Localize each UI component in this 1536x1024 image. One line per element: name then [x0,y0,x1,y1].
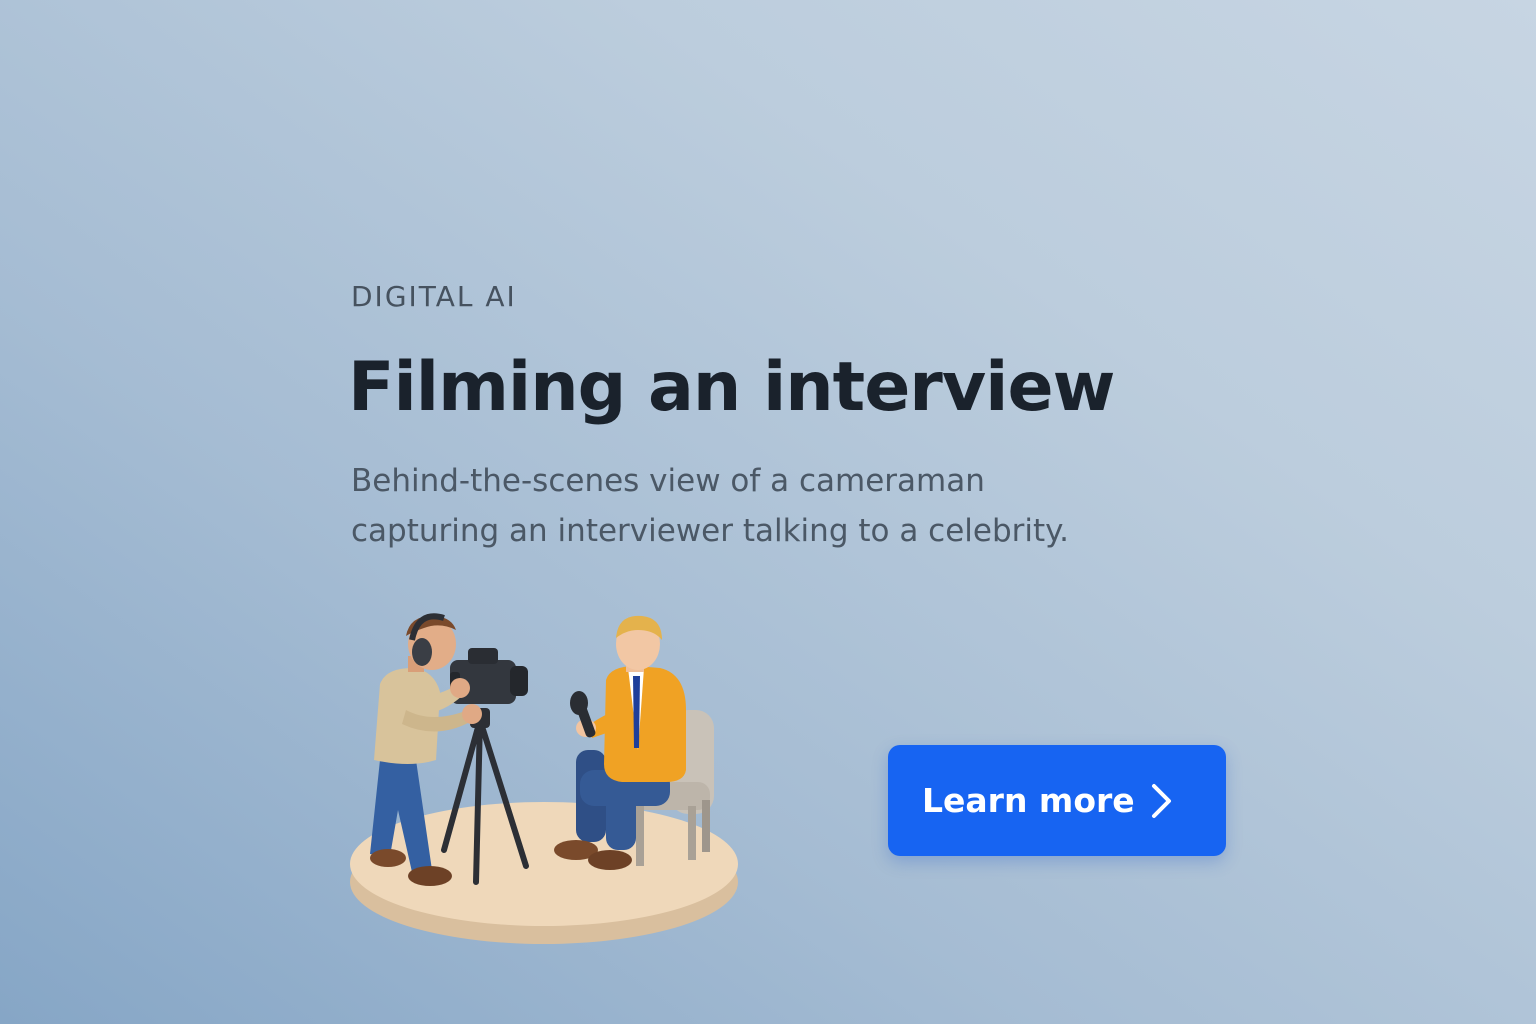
page-title: Filming an interview [348,348,1115,427]
eyebrow-label: DIGITAL AI [351,280,517,313]
interview-illustration [350,613,738,944]
description-line-2: capturing an interviewer talking to a ce… [351,513,1069,549]
learn-more-label: Learn more [922,781,1135,820]
chevron-right-icon [1152,784,1171,818]
page-description: Behind-the-scenes view of a cameraman ca… [351,456,1111,556]
description-line-1: Behind-the-scenes view of a cameraman [351,463,985,499]
learn-more-button[interactable]: Learn more [888,745,1226,856]
